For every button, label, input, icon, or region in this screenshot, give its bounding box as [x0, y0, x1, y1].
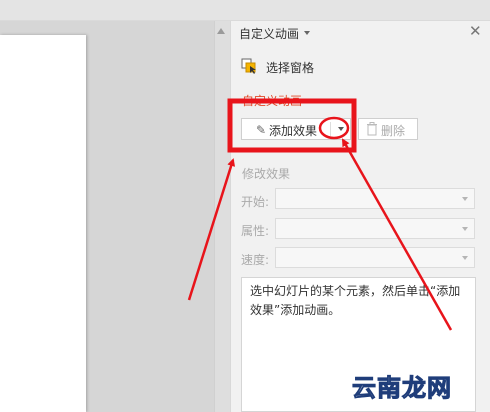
arrow-left — [187, 158, 236, 301]
annotation-overlay — [187, 98, 453, 331]
highlight-box — [227, 98, 357, 153]
watermark: 云南龙网 — [352, 374, 452, 403]
highlight-circle — [318, 116, 350, 140]
arrow-right — [341, 138, 453, 331]
